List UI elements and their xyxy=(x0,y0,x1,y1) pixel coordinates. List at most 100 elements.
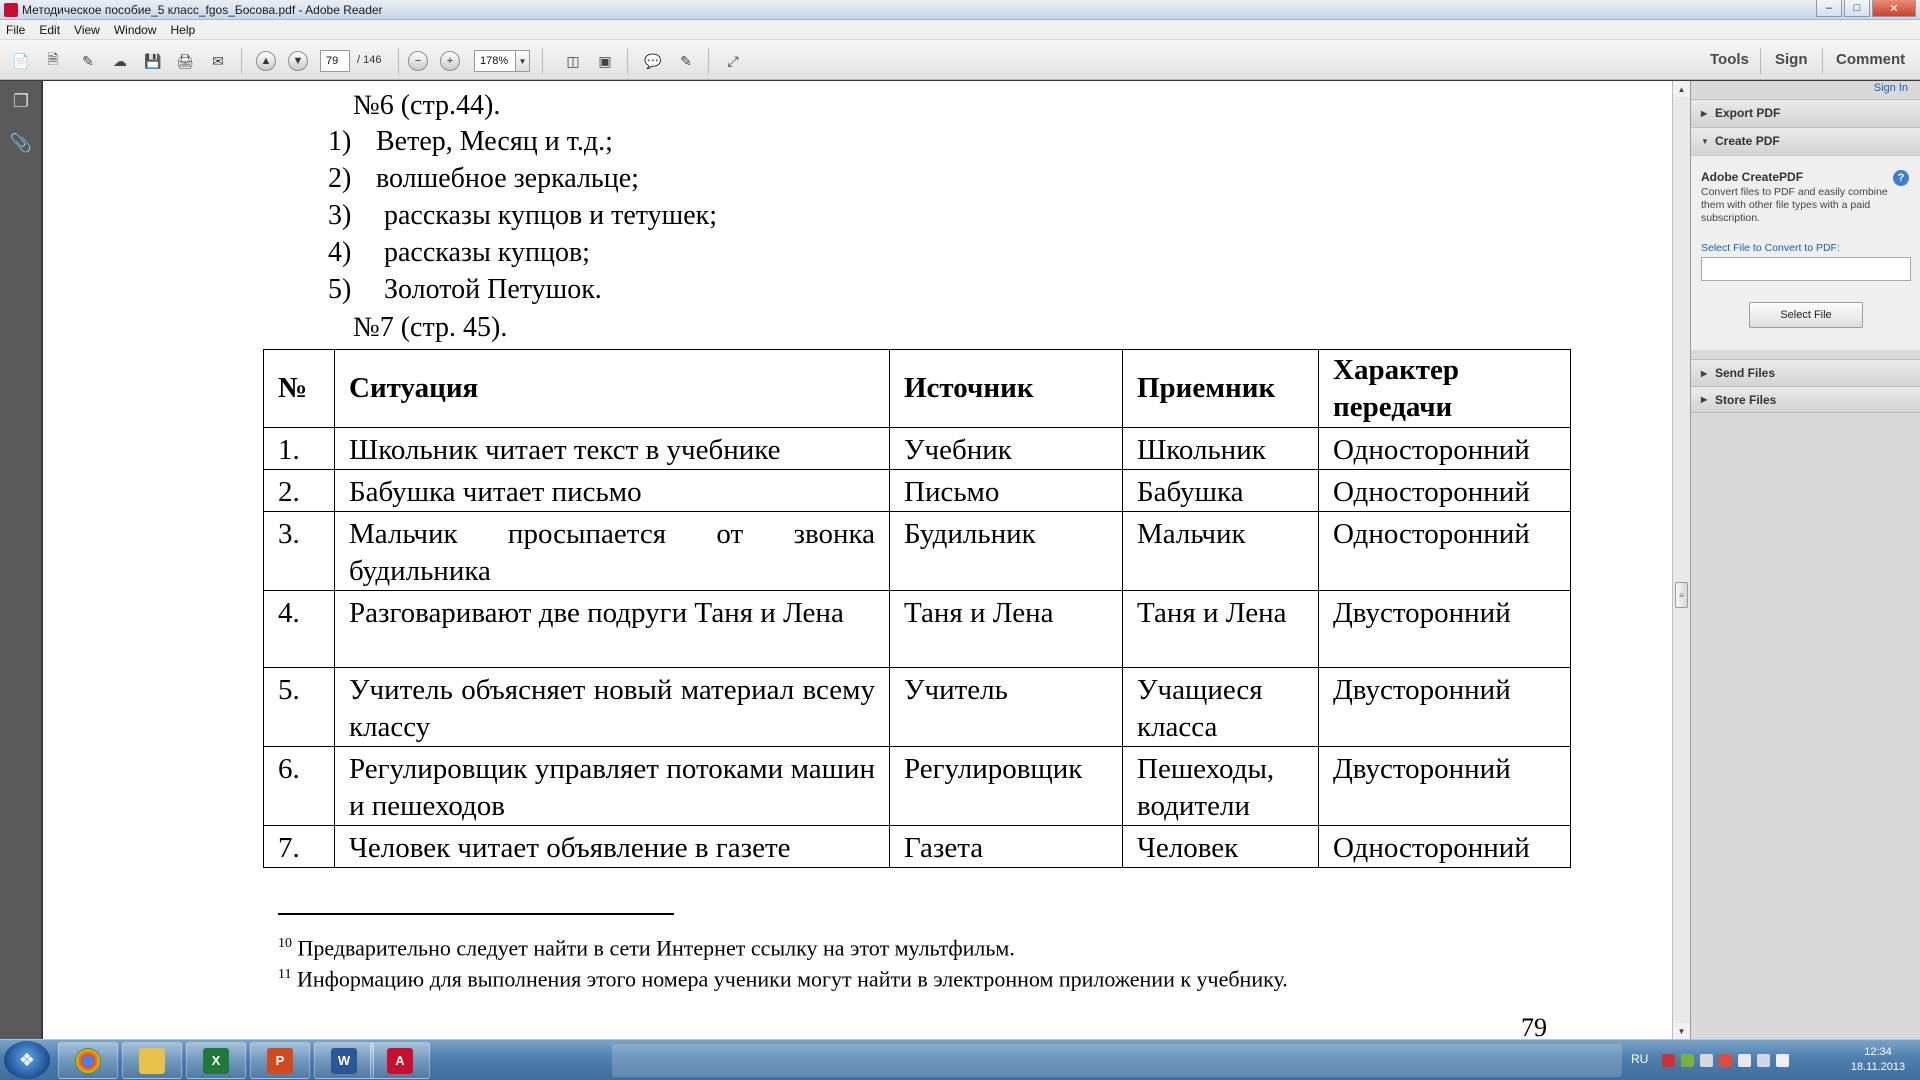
create-pdf-panel: Adobe CreatePDF ? Convert files to PDF a… xyxy=(1691,155,1920,350)
edit-pdf-icon[interactable]: ✎ xyxy=(77,50,99,72)
window-controls: – □ ✕ xyxy=(1816,0,1916,17)
flag-icon[interactable] xyxy=(1738,1054,1751,1067)
taskbar-powerpoint[interactable]: P xyxy=(250,1042,310,1079)
vertical-scrollbar[interactable]: ▲ ≡ ▼ xyxy=(1672,81,1690,1039)
menu-file[interactable]: File xyxy=(6,23,25,37)
table-cell: Мальчик xyxy=(1122,511,1319,591)
menu-edit[interactable]: Edit xyxy=(39,23,60,37)
full-screen-icon[interactable]: ⤢ xyxy=(722,50,744,72)
antivirus-icon[interactable] xyxy=(1662,1054,1675,1067)
help-icon[interactable]: ? xyxy=(1893,170,1909,186)
list-number: 5) xyxy=(328,274,352,305)
table-cell: 4. xyxy=(263,590,335,668)
table-row: 5. Учитель объясняет новый материал всем… xyxy=(263,667,1571,747)
menu-window[interactable]: Window xyxy=(114,23,157,37)
table-cell: 7. xyxy=(263,825,335,868)
windows-start-icon[interactable]: ❖ xyxy=(4,1041,50,1079)
table-cell: Человек читает объявление в газете xyxy=(334,825,890,868)
store-files-section[interactable]: ▶ Store Files xyxy=(1691,386,1920,413)
navigation-pane: ❐ 📎 xyxy=(0,81,42,1039)
page-number-input[interactable]: 79 xyxy=(320,50,350,72)
scroll-up-icon[interactable]: ▲ xyxy=(1673,81,1690,97)
table-cell: 3. xyxy=(263,511,335,591)
zoom-dropdown-icon[interactable]: ▼ xyxy=(516,50,530,72)
taskbar-excel[interactable]: X xyxy=(186,1042,246,1079)
menu-help[interactable]: Help xyxy=(171,23,196,37)
list-item: волшебное зеркальце; xyxy=(376,163,639,194)
list-number: 2) xyxy=(328,163,352,194)
table-cell: Бабушка xyxy=(1122,469,1319,512)
table-cell: Письмо xyxy=(889,469,1123,512)
zoom-out-icon[interactable]: − xyxy=(408,51,428,71)
expand-triangle-icon: ▶ xyxy=(1701,108,1708,118)
export-pdf-section[interactable]: ▶ Export PDF xyxy=(1691,99,1920,126)
sign-in-link[interactable]: Sign In xyxy=(1874,82,1908,94)
fit-page-icon[interactable]: ◫ xyxy=(562,50,584,72)
table-cell: Односторонний xyxy=(1318,469,1571,512)
table-cell: Односторонний xyxy=(1318,427,1571,470)
minimize-button[interactable]: – xyxy=(1816,0,1842,17)
save-icon[interactable]: 💾 xyxy=(142,50,164,72)
previous-page-icon[interactable]: ▲ xyxy=(256,51,276,71)
document-area: №6 (стр.44). 1) Ветер, Месяц и т.д.; 2) … xyxy=(43,81,1672,1039)
highlight-icon[interactable]: ✎ xyxy=(675,50,697,72)
comment-bubble-icon[interactable]: 💬 xyxy=(642,50,664,72)
create-pdf-description: Convert files to PDF and easily combine … xyxy=(1701,186,1888,224)
comment-link[interactable]: Comment xyxy=(1836,51,1905,68)
menu-view[interactable]: View xyxy=(74,23,100,37)
sign-link[interactable]: Sign xyxy=(1775,51,1808,68)
footnote-separator xyxy=(278,913,674,915)
page-thumbnails-icon[interactable]: ❐ xyxy=(10,89,32,113)
clock[interactable]: 12:34 18.11.2013 xyxy=(1848,1045,1908,1075)
close-button[interactable]: ✕ xyxy=(1872,0,1916,17)
table-cell: Школьник xyxy=(1122,427,1319,470)
fit-width-icon[interactable]: ▣ xyxy=(594,50,616,72)
zoom-level-input[interactable]: 178% xyxy=(474,50,516,72)
list-number: 4) xyxy=(328,237,352,268)
taskbar-word[interactable]: W xyxy=(314,1042,374,1079)
security-alert-icon[interactable] xyxy=(1719,1054,1732,1067)
taskbar-chrome[interactable] xyxy=(58,1042,118,1079)
list-number: 3) xyxy=(328,200,352,231)
time: 12:34 xyxy=(1864,1046,1892,1058)
create-pdf-section[interactable]: ▼ Create PDF xyxy=(1691,127,1920,154)
select-file-field[interactable] xyxy=(1701,257,1911,281)
taskbar-explorer[interactable] xyxy=(122,1042,182,1079)
table-row: 3. Мальчик просыпается от звонка будильн… xyxy=(263,511,1571,591)
create-pdf-icon[interactable]: 📄 xyxy=(10,50,32,72)
header-transfer-type: Характер передачи xyxy=(1318,349,1571,428)
network-icon[interactable] xyxy=(1700,1054,1713,1067)
table-cell: Односторонний xyxy=(1318,511,1571,591)
table-cell: Пешеходы, водители xyxy=(1122,746,1319,826)
zoom-in-icon[interactable]: + xyxy=(440,51,460,71)
footnote-text: Предварительно следует найти в сети Инте… xyxy=(297,935,1015,961)
tools-link[interactable]: Tools xyxy=(1710,51,1749,68)
excel-icon: X xyxy=(203,1047,229,1074)
table-header-row: № Ситуация Источник Приемник Характер пе… xyxy=(263,349,1571,428)
send-files-section[interactable]: ▶ Send Files xyxy=(1691,359,1920,386)
scroll-thumb[interactable]: ≡ xyxy=(1675,582,1688,608)
toolbar: 📄 🗎 ✎ ☁ 💾 🖨 ✉ ▲ ▼ 79 / 146 − + 178% ▼ ◫ … xyxy=(0,40,1920,80)
next-page-icon[interactable]: ▼ xyxy=(288,51,308,71)
battery-icon[interactable] xyxy=(1757,1054,1770,1067)
email-icon[interactable]: ✉ xyxy=(207,50,229,72)
scroll-down-icon[interactable]: ▼ xyxy=(1673,1023,1690,1039)
adobe-reader-icon: A xyxy=(387,1047,413,1074)
print-icon[interactable]: 🖨 xyxy=(174,50,196,72)
language-indicator[interactable]: RU xyxy=(1631,1052,1648,1066)
footnote-number: 10 xyxy=(278,936,292,951)
pdf-export-icon[interactable]: 🗎 xyxy=(42,50,64,72)
maximize-button[interactable]: □ xyxy=(1844,0,1870,17)
update-icon[interactable] xyxy=(1681,1054,1694,1067)
table-cell: Двусторонний xyxy=(1318,667,1571,747)
table-cell: Человек xyxy=(1122,825,1319,868)
table-row: 7. Человек читает объявление в газете Га… xyxy=(263,825,1571,868)
table-cell: Учитель xyxy=(889,667,1123,747)
taskbar-adobe-reader[interactable]: A xyxy=(370,1042,430,1079)
create-pdf-title: Adobe CreatePDF xyxy=(1701,170,1804,184)
attachments-icon[interactable]: 📎 xyxy=(10,131,32,155)
volume-icon[interactable] xyxy=(1776,1054,1789,1067)
select-file-button[interactable]: Select File xyxy=(1749,302,1863,328)
cloud-upload-icon[interactable]: ☁ xyxy=(109,50,131,72)
system-tray xyxy=(1662,1054,1789,1067)
